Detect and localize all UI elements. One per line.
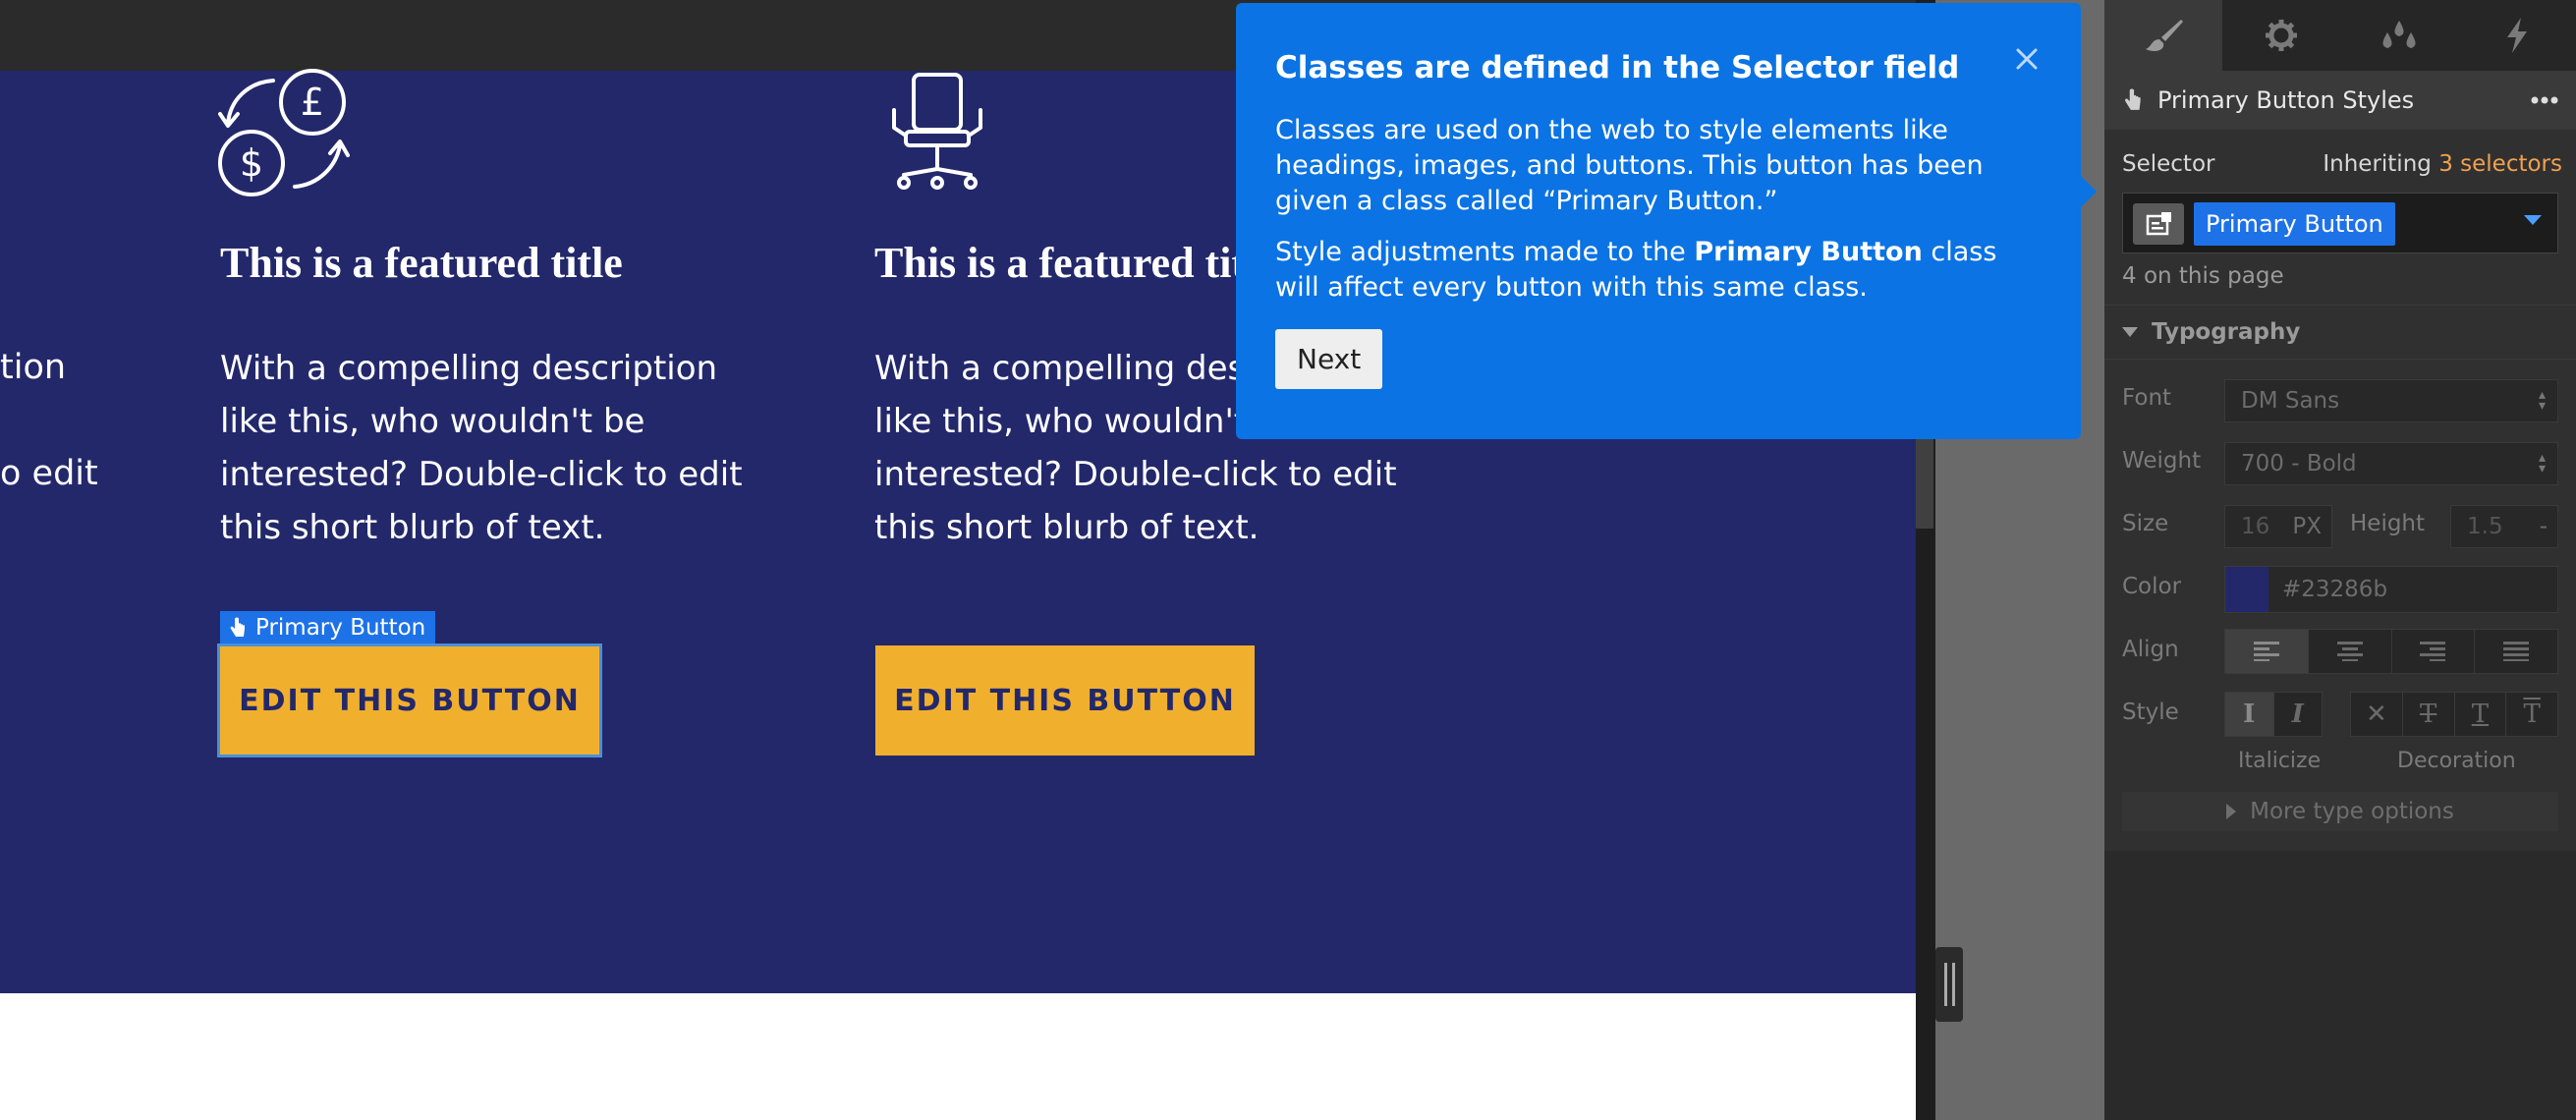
tooltip-paragraph-2: Style adjustments made to the Primary Bu… [1275, 237, 1997, 303]
size-value: 16 [2241, 514, 2270, 539]
italic-on-icon[interactable]: I [2274, 693, 2323, 736]
next-button[interactable]: Next [1275, 329, 1383, 389]
select-arrows-icon: ▴ ▾ [2538, 387, 2546, 414]
color-input[interactable]: #23286b [2224, 566, 2558, 613]
feature-title[interactable]: This is a featured title [220, 238, 623, 288]
style-panel: Primary Button Styles Selector Inheritin… [2104, 0, 2576, 1120]
close-icon[interactable] [2012, 44, 2042, 74]
selector-element-icon [2146, 212, 2171, 236]
style-label: Style [2122, 700, 2179, 725]
onboarding-tooltip: Classes are defined in the Selector fiel… [1236, 3, 2097, 439]
panel-empty-area [2104, 851, 2576, 1120]
currency-exchange-icon: £ $ [218, 69, 350, 200]
typography-label: Typography [2152, 319, 2301, 345]
hand-pointer-icon [2125, 88, 2141, 110]
italic-off-icon[interactable]: I [2225, 693, 2274, 736]
panel-header: Primary Button Styles [2104, 71, 2576, 130]
selector-class-pill[interactable]: Primary Button [2194, 202, 2395, 246]
typography-section-header[interactable]: Typography [2104, 305, 2576, 360]
more-options-icon[interactable] [2531, 96, 2558, 104]
selector-state-button[interactable] [2133, 203, 2184, 245]
color-swatch[interactable] [2225, 567, 2268, 612]
size-unit[interactable]: PX [2292, 514, 2322, 539]
hand-pointer-icon [230, 617, 245, 637]
height-label: Height [2350, 511, 2426, 536]
text-align-control [2224, 629, 2558, 674]
tab-interactions[interactable] [2458, 0, 2576, 71]
tab-settings[interactable] [2222, 0, 2340, 71]
primary-button-2[interactable]: EDIT THIS BUTTON [875, 645, 1255, 756]
cut-off-text-2: o edit [0, 454, 98, 493]
droplets-icon [2382, 21, 2416, 48]
lightning-icon [2507, 18, 2527, 53]
strikethrough-icon[interactable]: T [2403, 693, 2455, 736]
no-decoration-icon[interactable]: ✕ [2351, 693, 2403, 736]
italicize-label: Italicize [2238, 749, 2322, 773]
tooltip-title: Classes are defined in the Selector fiel… [1275, 50, 1960, 85]
selector-label: Selector [2122, 151, 2215, 177]
height-unit[interactable]: - [2540, 514, 2548, 539]
line-height-input[interactable]: 1.5 - [2450, 505, 2558, 548]
office-chair-icon [890, 71, 984, 196]
decoration-label: Decoration [2397, 749, 2516, 773]
tooltip-paragraph-1: Classes are used on the web to style ele… [1275, 115, 1984, 216]
svg-text:$: $ [240, 141, 263, 185]
overline-icon[interactable]: T [2506, 693, 2557, 736]
align-left-icon[interactable] [2225, 630, 2309, 673]
chevron-down-icon[interactable] [2524, 215, 2542, 225]
weight-value: 700 - Bold [2241, 451, 2357, 476]
color-label: Color [2122, 574, 2182, 599]
feature-description[interactable]: With a compelling description like this,… [220, 342, 770, 554]
feature-title[interactable]: This is a featured title [874, 238, 1277, 288]
align-justify-icon[interactable] [2475, 630, 2557, 673]
font-value: DM Sans [2241, 388, 2340, 414]
size-input[interactable]: 16 PX [2224, 505, 2332, 548]
paintbrush-icon [2146, 20, 2183, 51]
selected-element-label: Primary Button [255, 615, 426, 641]
weight-select[interactable]: 700 - Bold ▴ ▾ [2224, 442, 2558, 485]
gear-icon [2266, 20, 2297, 51]
panel-tabs [2104, 0, 2576, 71]
size-label: Size [2122, 511, 2169, 536]
selected-element-badge: Primary Button [220, 611, 436, 644]
more-type-options-label: More type options [2250, 799, 2454, 824]
decoration-control: ✕ T T T [2350, 692, 2558, 737]
tab-style[interactable] [2104, 0, 2222, 71]
italic-control: I I [2224, 692, 2323, 737]
select-arrows-icon: ▴ ▾ [2538, 450, 2546, 476]
weight-label: Weight [2122, 448, 2202, 474]
panel-header-title: Primary Button Styles [2157, 86, 2415, 114]
color-value: #23286b [2282, 577, 2388, 602]
align-center-icon[interactable] [2309, 630, 2392, 673]
caret-down-icon [2122, 327, 2138, 337]
align-label: Align [2122, 637, 2179, 662]
tab-style-manager[interactable] [2340, 0, 2458, 71]
more-type-options-button[interactable]: More type options [2122, 792, 2558, 831]
canvas-resize-handle[interactable] [1935, 947, 1963, 1022]
inheriting-info[interactable]: Inheriting 3 selectors [2323, 151, 2562, 177]
cut-off-text-1: tion [0, 348, 67, 387]
underline-icon[interactable]: T [2455, 693, 2507, 736]
caret-right-icon [2226, 804, 2237, 819]
align-right-icon[interactable] [2392, 630, 2476, 673]
selector-field[interactable]: Primary Button [2122, 193, 2558, 253]
page-body-area[interactable] [0, 993, 1916, 1120]
svg-text:£: £ [301, 81, 324, 124]
height-value: 1.5 [2467, 514, 2503, 539]
primary-button-1[interactable]: EDIT THIS BUTTON [217, 644, 602, 757]
on-page-count: 4 on this page [2122, 263, 2284, 289]
font-label: Font [2122, 385, 2172, 411]
font-select[interactable]: DM Sans ▴ ▾ [2224, 379, 2558, 422]
